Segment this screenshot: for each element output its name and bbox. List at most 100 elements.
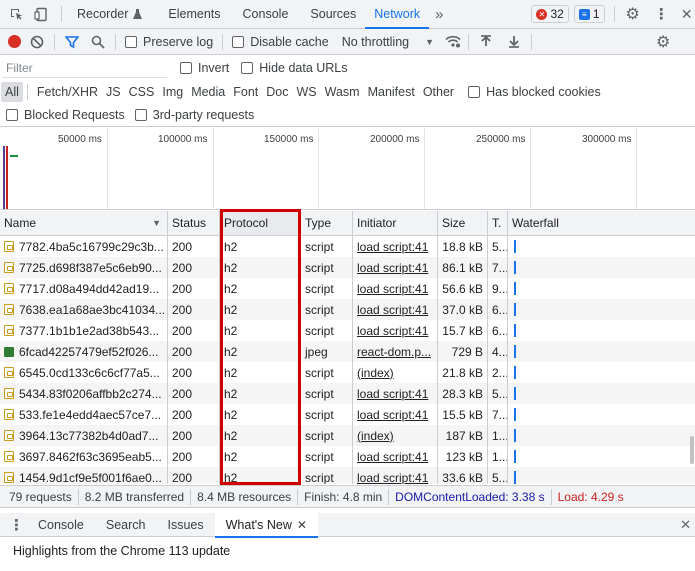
cell-name[interactable]: 1454.9d1cf9e5f001f6ae0... — [0, 467, 168, 484]
initiator-link[interactable]: react-dom.p... — [357, 345, 431, 359]
column-header-protocol[interactable]: Protocol — [220, 211, 301, 235]
table-row[interactable]: 3697.8462f63c3695eab5... 200 h2 script load … — [0, 446, 695, 467]
table-row[interactable]: 3964.13c77382b4d0ad7... 200 h2 script (index… — [0, 425, 695, 446]
initiator-link[interactable]: load script:41 — [357, 387, 428, 401]
table-row[interactable]: 533.fe1e4edd4aec57ce7... 200 h2 script load … — [0, 404, 695, 425]
type-filter-font[interactable]: Font — [229, 82, 262, 102]
settings-gear-icon[interactable]: ⚙ — [626, 4, 640, 24]
type-filter-other[interactable]: Other — [419, 82, 458, 102]
table-row[interactable]: 5434.83f0206affbb2c274... 200 h2 script load… — [0, 383, 695, 404]
type-filter-img[interactable]: Img — [158, 82, 187, 102]
table-row[interactable]: 7377.1b1b1e2ad38b543... 200 h2 script load s… — [0, 320, 695, 341]
type-filter-ws[interactable]: WS — [292, 82, 320, 102]
drawer-tab-issues[interactable]: Issues — [156, 513, 214, 537]
cell-name[interactable]: 7377.1b1b1e2ad38b543... — [0, 320, 168, 341]
network-conditions-wifi-icon[interactable] — [445, 35, 461, 48]
disable-cache-checkbox[interactable]: Disable cache — [232, 35, 329, 49]
table-row[interactable]: 7638.ea1a68ae3bc41034... 200 h2 script load … — [0, 299, 695, 320]
has-blocked-cookies-box[interactable] — [468, 85, 481, 98]
import-har-icon[interactable] — [480, 35, 492, 48]
column-header-name[interactable]: Name ▼ — [0, 211, 168, 235]
throttling-select[interactable]: No throttling ▼ — [342, 35, 434, 49]
table-row[interactable]: 6545.0cd133c6c6cf77a5... 200 h2 script (inde… — [0, 362, 695, 383]
initiator-link[interactable]: load script:41 — [357, 282, 428, 296]
cell-name[interactable]: 3964.13c77382b4d0ad7... — [0, 425, 168, 446]
column-header-status[interactable]: Status — [168, 211, 220, 235]
tab-sources[interactable]: Sources — [301, 0, 365, 28]
messages-badge[interactable]: ≡ 1 — [573, 5, 605, 23]
network-overview-timeline[interactable]: 50000 ms 100000 ms 150000 ms 200000 ms 2… — [0, 128, 695, 210]
type-filter-all[interactable]: All — [1, 81, 23, 102]
initiator-link[interactable]: (index) — [357, 366, 394, 380]
cell-name[interactable]: 7725.d698f387e5c6eb90... — [0, 257, 168, 278]
disable-cache-box[interactable] — [232, 35, 245, 48]
device-toolbar-icon[interactable] — [33, 6, 49, 22]
table-row[interactable]: 6fcad42257479ef52f026... 200 h2 jpeg react-d… — [0, 341, 695, 362]
table-row[interactable]: 7717.d08a494dd42ad19... 200 h2 script load s… — [0, 278, 695, 299]
invert-checkbox[interactable]: Invert — [180, 61, 229, 75]
type-filter-js[interactable]: JS — [102, 82, 125, 102]
initiator-link[interactable]: load script:41 — [357, 471, 428, 485]
hide-data-urls-box[interactable] — [241, 62, 254, 74]
initiator-link[interactable]: load script:41 — [357, 450, 428, 464]
initiator-link[interactable]: load script:41 — [357, 324, 428, 338]
cell-name[interactable]: 5434.83f0206affbb2c274... — [0, 383, 168, 404]
initiator-link[interactable]: load script:41 — [357, 240, 428, 254]
tab-elements[interactable]: Elements — [159, 0, 229, 28]
has-blocked-cookies-checkbox[interactable]: Has blocked cookies — [468, 85, 601, 99]
type-filter-css[interactable]: CSS — [125, 82, 159, 102]
export-har-icon[interactable] — [508, 35, 520, 48]
cell-name[interactable]: 533.fe1e4edd4aec57ce7... — [0, 404, 168, 425]
close-drawer-icon[interactable]: ✕ — [680, 517, 691, 533]
type-filter-media[interactable]: Media — [187, 82, 229, 102]
third-party-requests-checkbox[interactable]: 3rd-party requests — [134, 108, 254, 122]
type-filter-doc[interactable]: Doc — [262, 82, 292, 102]
blocked-requests-checkbox[interactable]: Blocked Requests — [6, 108, 125, 122]
cell-name[interactable]: 7717.d08a494dd42ad19... — [0, 278, 168, 299]
table-row[interactable]: 7725.d698f387e5c6eb90... 200 h2 script load … — [0, 257, 695, 278]
preserve-log-checkbox[interactable]: Preserve log — [125, 35, 213, 49]
third-party-requests-box[interactable] — [134, 109, 147, 121]
invert-box[interactable] — [180, 62, 192, 74]
initiator-link[interactable]: load script:41 — [357, 303, 428, 317]
clear-icon[interactable] — [30, 35, 44, 49]
type-filter-wasm[interactable]: Wasm — [321, 82, 364, 102]
blocked-requests-box[interactable] — [6, 109, 18, 121]
cell-name[interactable]: 7638.ea1a68ae3bc41034... — [0, 299, 168, 320]
cell-name[interactable]: 6545.0cd133c6c6cf77a5... — [0, 362, 168, 383]
errors-badge[interactable]: ✕ 32 — [531, 5, 569, 23]
search-icon[interactable] — [91, 35, 105, 49]
initiator-link[interactable]: load script:41 — [357, 261, 428, 275]
table-row[interactable]: 1454.9d1cf9e5f001f6ae0... 200 h2 script load… — [0, 467, 695, 484]
tab-recorder[interactable]: Recorder — [68, 0, 151, 28]
initiator-link[interactable]: load script:41 — [357, 408, 428, 422]
drawer-menu-icon[interactable]: ⋮ — [9, 516, 24, 534]
close-devtools-icon[interactable]: ✕ — [681, 6, 693, 23]
column-header-size[interactable]: Size — [438, 211, 488, 235]
drawer-tab-whats-new[interactable]: What's New ✕ — [214, 512, 319, 538]
type-filter-manifest[interactable]: Manifest — [364, 82, 419, 102]
table-scrollbar[interactable] — [690, 436, 694, 464]
drawer-tab-search[interactable]: Search — [95, 513, 157, 537]
tab-network[interactable]: Network — [365, 0, 429, 29]
close-tab-icon[interactable]: ✕ — [297, 518, 307, 532]
tab-console[interactable]: Console — [234, 0, 298, 28]
hide-data-urls-checkbox[interactable]: Hide data URLs — [241, 61, 348, 75]
more-tabs-chevron-icon[interactable]: » — [435, 6, 443, 23]
more-options-icon[interactable]: ⋮ — [654, 5, 669, 23]
column-header-type[interactable]: Type — [301, 211, 353, 235]
preserve-log-box[interactable] — [125, 35, 137, 48]
inspect-element-icon[interactable] — [8, 6, 24, 22]
cell-name[interactable]: 6fcad42257479ef52f026... — [0, 341, 168, 362]
column-header-initiator[interactable]: Initiator — [353, 211, 438, 235]
column-header-time[interactable]: T. — [488, 211, 508, 235]
record-icon[interactable] — [8, 35, 21, 48]
drawer-tab-console[interactable]: Console — [27, 513, 95, 537]
column-header-waterfall[interactable]: Waterfall — [508, 211, 695, 235]
cell-name[interactable]: 7782.4ba5c16799c29c3b... — [0, 236, 168, 257]
network-settings-gear-icon[interactable]: ⚙ — [656, 32, 670, 52]
type-filter-fetch-xhr[interactable]: Fetch/XHR — [33, 82, 102, 102]
initiator-link[interactable]: (index) — [357, 429, 394, 443]
filter-input[interactable] — [2, 58, 167, 78]
filter-funnel-icon[interactable] — [65, 35, 79, 49]
